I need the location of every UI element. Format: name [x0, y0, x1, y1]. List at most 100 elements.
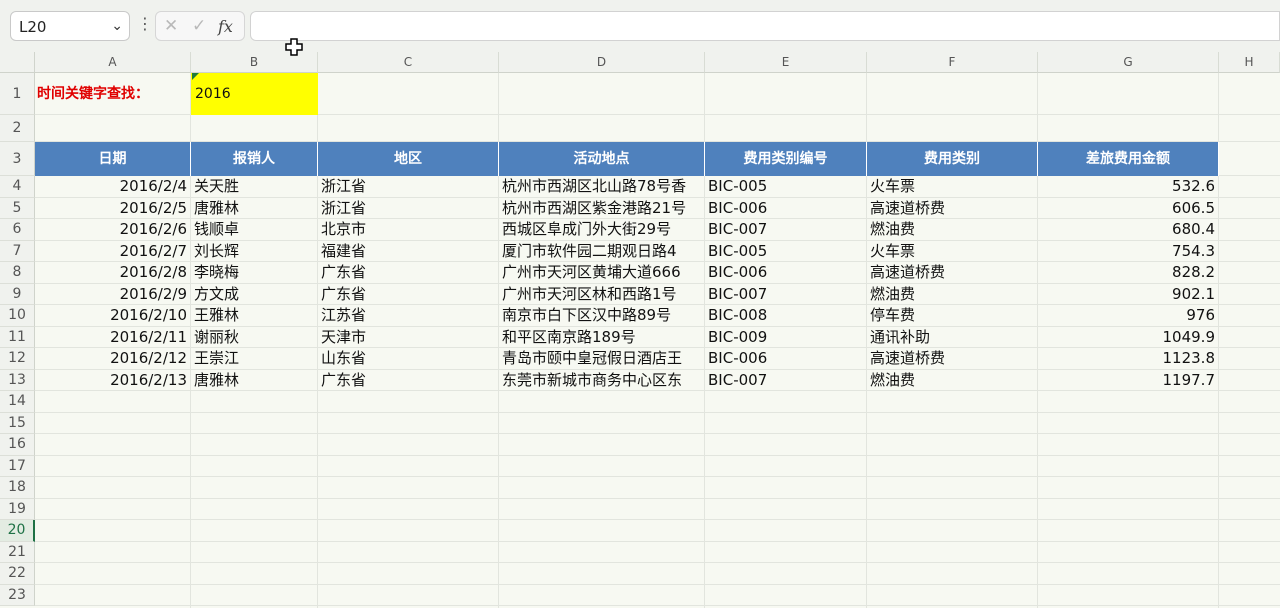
- column-header-F[interactable]: F: [867, 52, 1038, 73]
- column-header-H[interactable]: H: [1219, 52, 1280, 73]
- row-header-6[interactable]: 6: [0, 219, 35, 241]
- table-cell[interactable]: 东莞市新城市商务中心区东: [499, 370, 705, 392]
- table-header-2[interactable]: 报销人: [191, 142, 318, 176]
- table-cell[interactable]: BIC-006: [705, 262, 867, 284]
- table-cell[interactable]: BIC-006: [705, 198, 867, 220]
- table-cell[interactable]: 广州市天河区黄埔大道666: [499, 262, 705, 284]
- table-cell[interactable]: 燃油费: [867, 284, 1038, 306]
- column-header-A[interactable]: A: [35, 52, 191, 73]
- row-header-11[interactable]: 11: [0, 326, 35, 348]
- table-cell[interactable]: 方文成: [191, 284, 318, 306]
- spreadsheet-grid[interactable]: A B C D E F G H 1 2 3 4 5 6 7 8 9 10 11 12 13 14 15 16 17 18 19 20 2…: [0, 52, 1280, 608]
- row-header-21[interactable]: 21: [0, 541, 35, 563]
- table-cell[interactable]: 南京市白下区汉中路89号: [499, 305, 705, 327]
- column-header-G[interactable]: G: [1038, 52, 1219, 73]
- search-keyword-cell[interactable]: 2016: [191, 73, 318, 115]
- row-header-22[interactable]: 22: [0, 563, 35, 585]
- table-cell[interactable]: 2016/2/10: [35, 305, 191, 327]
- table-cell[interactable]: 钱顺卓: [191, 219, 318, 241]
- column-header-D[interactable]: D: [499, 52, 705, 73]
- formula-input[interactable]: [250, 11, 1280, 41]
- table-cell[interactable]: 唐雅林: [191, 198, 318, 220]
- table-cell[interactable]: BIC-008: [705, 305, 867, 327]
- table-cell[interactable]: 浙江省: [318, 176, 499, 198]
- table-cell[interactable]: 2016/2/8: [35, 262, 191, 284]
- table-cell[interactable]: 浙江省: [318, 198, 499, 220]
- table-cell[interactable]: 燃油费: [867, 370, 1038, 392]
- table-cell[interactable]: 680.4: [1038, 219, 1219, 241]
- table-header-5[interactable]: 费用类别编号: [705, 142, 867, 176]
- table-cell[interactable]: 福建省: [318, 241, 499, 263]
- table-header-7[interactable]: 差旅费用金额: [1038, 142, 1219, 176]
- table-cell[interactable]: 2016/2/7: [35, 241, 191, 263]
- table-cell[interactable]: 广东省: [318, 370, 499, 392]
- cancel-x-icon[interactable]: ✕: [164, 16, 178, 36]
- table-cell[interactable]: 北京市: [318, 219, 499, 241]
- row-header-16[interactable]: 16: [0, 434, 35, 456]
- row-header-9[interactable]: 9: [0, 283, 35, 305]
- row-header-1[interactable]: 1: [0, 73, 35, 115]
- table-cell[interactable]: 关天胜: [191, 176, 318, 198]
- table-cell[interactable]: 2016/2/12: [35, 348, 191, 370]
- table-cell[interactable]: 李晓梅: [191, 262, 318, 284]
- table-cell[interactable]: 2016/2/13: [35, 370, 191, 392]
- name-box[interactable]: L20 ⌄: [10, 11, 130, 41]
- row-header-23[interactable]: 23: [0, 584, 35, 606]
- row-header-8[interactable]: 8: [0, 262, 35, 284]
- table-cell[interactable]: 1123.8: [1038, 348, 1219, 370]
- table-cell[interactable]: BIC-005: [705, 241, 867, 263]
- table-cell[interactable]: 和平区南京路189号: [499, 327, 705, 349]
- table-cell[interactable]: BIC-007: [705, 219, 867, 241]
- table-cell[interactable]: BIC-009: [705, 327, 867, 349]
- table-cell[interactable]: 广东省: [318, 262, 499, 284]
- table-cell[interactable]: 谢丽秋: [191, 327, 318, 349]
- table-cell[interactable]: 火车票: [867, 176, 1038, 198]
- column-header-E[interactable]: E: [705, 52, 867, 73]
- row-header-10[interactable]: 10: [0, 305, 35, 327]
- table-cell[interactable]: 刘长辉: [191, 241, 318, 263]
- table-cell[interactable]: 828.2: [1038, 262, 1219, 284]
- table-cell[interactable]: 广州市天河区林和西路1号: [499, 284, 705, 306]
- table-cell[interactable]: 1197.7: [1038, 370, 1219, 392]
- table-cell[interactable]: 停车费: [867, 305, 1038, 327]
- check-icon[interactable]: ✓: [192, 16, 206, 36]
- table-header-6[interactable]: 费用类别: [867, 142, 1038, 176]
- table-cell[interactable]: 江苏省: [318, 305, 499, 327]
- table-cell[interactable]: 2016/2/11: [35, 327, 191, 349]
- table-cell[interactable]: 902.1: [1038, 284, 1219, 306]
- table-cell[interactable]: 王雅林: [191, 305, 318, 327]
- row-header-5[interactable]: 5: [0, 197, 35, 219]
- function-fx-icon[interactable]: fx: [218, 17, 233, 36]
- table-cell[interactable]: 高速道桥费: [867, 198, 1038, 220]
- row-header-19[interactable]: 19: [0, 498, 35, 520]
- row-header-17[interactable]: 17: [0, 455, 35, 477]
- table-cell[interactable]: 广东省: [318, 284, 499, 306]
- row-header-3[interactable]: 3: [0, 142, 35, 176]
- table-cell[interactable]: 通讯补助: [867, 327, 1038, 349]
- table-cell[interactable]: 2016/2/5: [35, 198, 191, 220]
- table-cell[interactable]: 2016/2/9: [35, 284, 191, 306]
- table-cell[interactable]: BIC-007: [705, 370, 867, 392]
- row-header-14[interactable]: 14: [0, 391, 35, 413]
- row-header-7[interactable]: 7: [0, 240, 35, 262]
- table-cell[interactable]: 606.5: [1038, 198, 1219, 220]
- table-header-4[interactable]: 活动地点: [499, 142, 705, 176]
- row-header-4[interactable]: 4: [0, 176, 35, 198]
- table-cell[interactable]: 天津市: [318, 327, 499, 349]
- table-cell[interactable]: BIC-007: [705, 284, 867, 306]
- select-all-corner[interactable]: [0, 52, 35, 73]
- table-cell[interactable]: 杭州市西湖区紫金港路21号: [499, 198, 705, 220]
- table-cell[interactable]: 唐雅林: [191, 370, 318, 392]
- more-vertical-icon[interactable]: ⋮: [137, 14, 153, 33]
- table-cell[interactable]: BIC-005: [705, 176, 867, 198]
- table-cell[interactable]: 山东省: [318, 348, 499, 370]
- table-header-3[interactable]: 地区: [318, 142, 499, 176]
- table-cell[interactable]: 厦门市软件园二期观日路4: [499, 241, 705, 263]
- table-cell[interactable]: BIC-006: [705, 348, 867, 370]
- table-cell[interactable]: 燃油费: [867, 219, 1038, 241]
- row-header-13[interactable]: 13: [0, 369, 35, 391]
- table-cell[interactable]: 754.3: [1038, 241, 1219, 263]
- chevron-down-icon[interactable]: ⌄: [111, 18, 123, 34]
- table-cell[interactable]: 976: [1038, 305, 1219, 327]
- table-cell[interactable]: 高速道桥费: [867, 348, 1038, 370]
